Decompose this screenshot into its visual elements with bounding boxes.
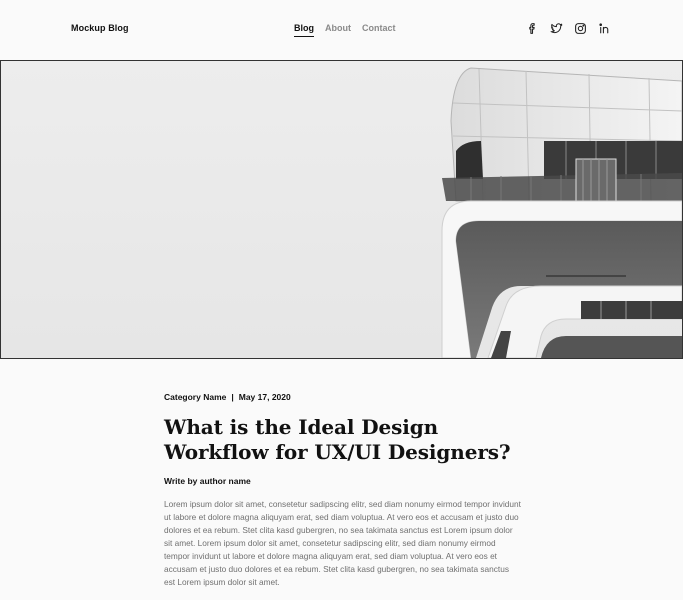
hero-image [0,60,683,359]
main-nav: Blog About Contact [294,23,396,37]
site-header: Mockup Blog Blog About Contact [0,0,683,60]
instagram-icon[interactable] [574,22,587,35]
article: Category Name | May 17, 2020 What is the… [164,392,524,597]
building-photo [1,61,682,358]
blog-page: Mockup Blog Blog About Contact Category … [0,0,683,600]
article-category[interactable]: Category Name [164,392,226,402]
nav-link-blog[interactable]: Blog [294,23,314,37]
article-body: Lorem ipsum dolor sit amet, consetetur s… [164,499,521,587]
article-author: Write by author name [164,476,251,486]
social-links [526,22,611,35]
site-brand[interactable]: Mockup Blog [71,23,129,33]
article-title: What is the Ideal Design Workflow for UX… [164,415,511,464]
twitter-icon[interactable] [550,22,563,35]
article-meta: Category Name | May 17, 2020 [164,392,524,402]
nav-link-contact[interactable]: Contact [362,23,396,37]
article-date: May 17, 2020 [238,392,291,402]
linkedin-icon[interactable] [598,22,611,35]
meta-separator: | [231,392,234,402]
nav-link-about[interactable]: About [325,23,351,37]
facebook-icon[interactable] [526,22,539,35]
